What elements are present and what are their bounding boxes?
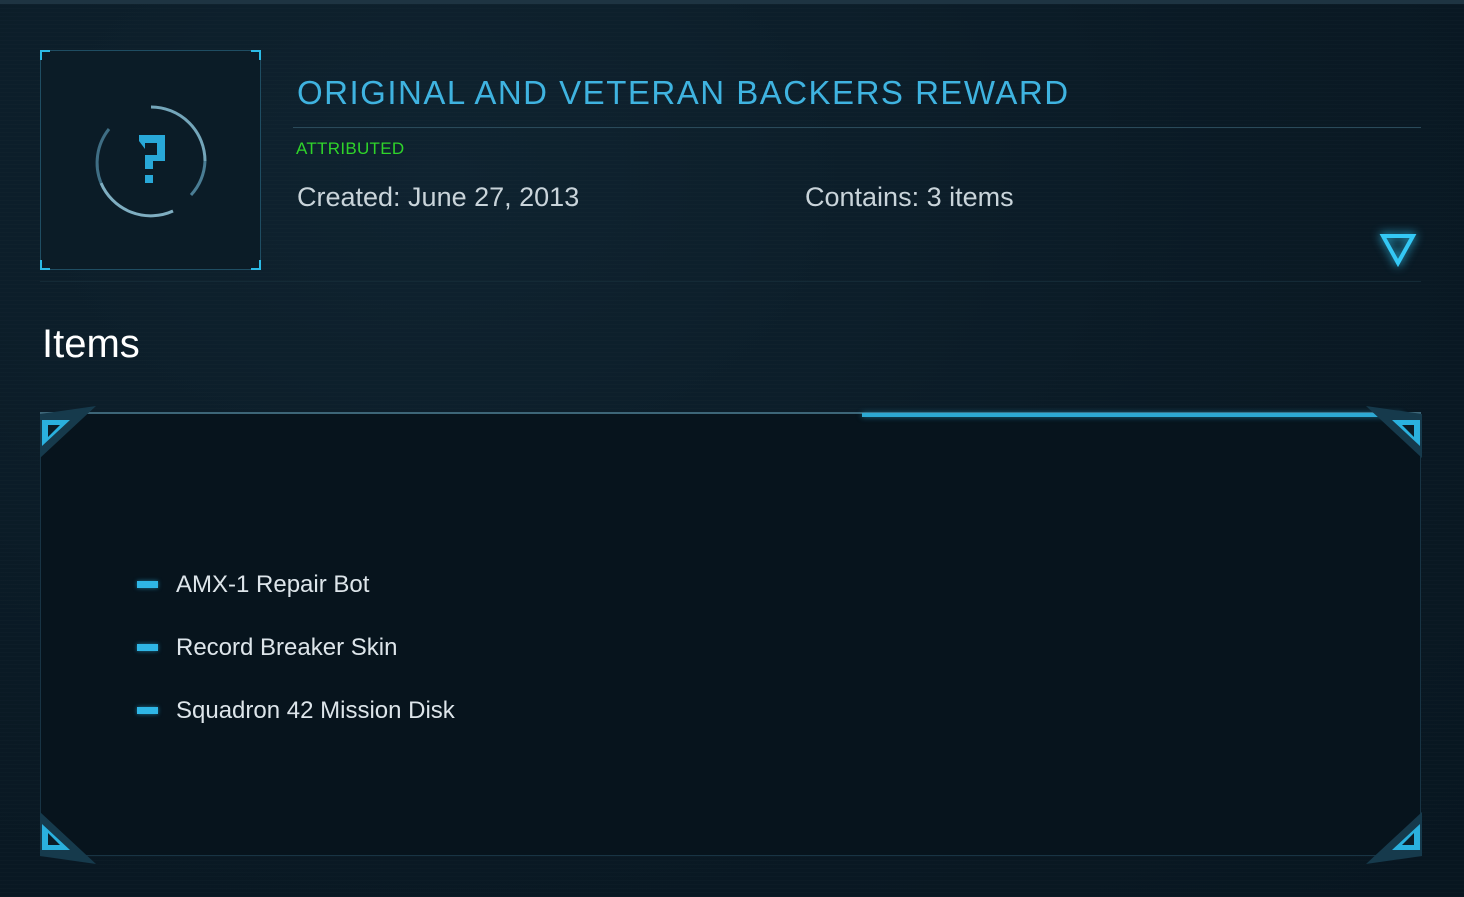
panel-corner-bottom-right [1366, 812, 1422, 864]
thumbnail-corner [251, 50, 261, 60]
question-mark-icon [95, 105, 207, 218]
collapse-toggle-button[interactable] [1378, 230, 1418, 268]
title-divider [293, 127, 1421, 128]
top-divider [0, 0, 1464, 4]
list-item: AMX-1 Repair Bot [137, 553, 455, 616]
panel-corner-top-left [40, 406, 96, 458]
items-list: AMX-1 Repair Bot Record Breaker Skin Squ… [137, 553, 455, 742]
item-label: AMX-1 Repair Bot [176, 570, 370, 598]
pledge-page: ORIGINAL AND VETERAN BACKERS REWARD ATTR… [0, 0, 1464, 897]
panel-corner-bottom-left [40, 812, 96, 864]
created-date: Created: June 27, 2013 [297, 182, 580, 212]
panel-corner-top-right [1366, 406, 1422, 458]
item-label: Record Breaker Skin [176, 633, 398, 661]
list-item: Squadron 42 Mission Disk [137, 679, 455, 742]
thumbnail-corner [40, 50, 50, 60]
bullet-icon [137, 581, 158, 588]
items-count: Contains: 3 items [805, 182, 1014, 212]
panel-top-accent [862, 413, 1402, 417]
items-section-title: Items [42, 322, 140, 366]
thumbnail-corner [251, 260, 261, 270]
thumbnail-corner [40, 260, 50, 270]
chevron-down-icon [1379, 234, 1417, 268]
list-item: Record Breaker Skin [137, 616, 455, 679]
header-divider [40, 281, 1421, 282]
status-badge: ATTRIBUTED [296, 139, 405, 158]
item-label: Squadron 42 Mission Disk [176, 696, 455, 724]
pledge-title: ORIGINAL AND VETERAN BACKERS REWARD [297, 74, 1070, 111]
bullet-icon [137, 707, 158, 714]
bullet-icon [137, 644, 158, 651]
pledge-thumbnail [40, 50, 261, 270]
